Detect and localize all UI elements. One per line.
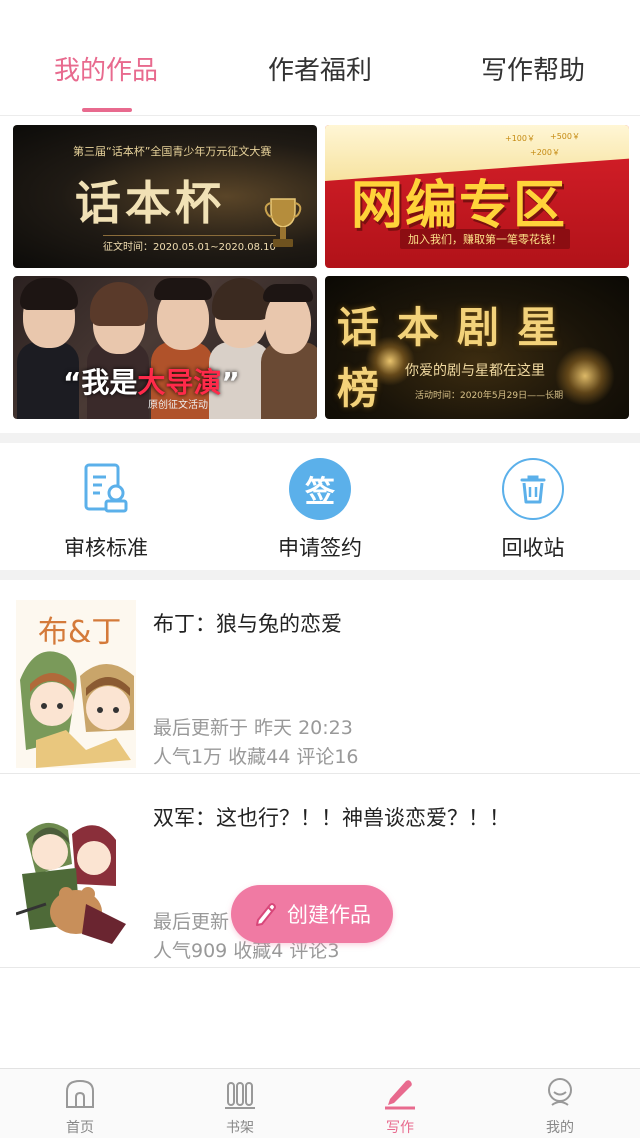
- profile-icon: [548, 1078, 572, 1106]
- work-last-updated: 最后更新: [153, 911, 230, 933]
- bookshelf-icon: [225, 1082, 255, 1109]
- work-stats: 人气1万 收藏44 评论16: [153, 746, 359, 768]
- banner-subtitle: 原创征文活动: [148, 400, 208, 411]
- banner-subtitle: 你爱的剧与星都在这里: [405, 363, 545, 379]
- work-cover-image: [16, 794, 136, 962]
- banner-tagline: 加入我们，赚取第一笔零花钱！: [400, 229, 570, 249]
- review-standards-label: 审核标准: [64, 536, 148, 560]
- trash-icon: [502, 458, 564, 520]
- nav-profile[interactable]: 我的: [510, 1075, 610, 1137]
- banner-drama-star-rank[interactable]: 话本剧星榜 你爱的剧与星都在这里 活动时间：2020年5月29日——长期: [325, 276, 629, 419]
- trophy-icon: [264, 198, 302, 247]
- nav-write-label: 写作: [386, 1120, 414, 1136]
- cover-title: 布&丁: [38, 615, 121, 650]
- create-work-button[interactable]: 创建作品: [231, 885, 393, 943]
- sign-badge-glyph: 签: [305, 475, 335, 510]
- banner-title: “我是大导演”: [63, 366, 240, 399]
- banner-date: 活动时间：2020年5月29日——长期: [415, 391, 564, 401]
- recycle-bin-button[interactable]: 回收站: [443, 458, 623, 562]
- sign-badge-icon: 签: [289, 458, 351, 520]
- work-cover-image: 布&丁: [16, 600, 136, 768]
- pen-icon: [385, 1080, 415, 1110]
- work-last-updated: 最后更新于 昨天 20:23: [153, 717, 353, 739]
- section-divider: [0, 570, 640, 580]
- active-tab-indicator: [82, 108, 132, 112]
- recycle-bin-label: 回收站: [501, 536, 565, 560]
- banner-title: 网编专区: [351, 176, 568, 236]
- coin-label: +100￥: [505, 134, 535, 143]
- bottom-nav: 首页 书架 写作 我的: [0, 1068, 640, 1138]
- quick-actions: 审核标准 签 申请签约 回收站: [0, 444, 640, 570]
- banner-date: 征文时间：2020.05.01~2020.08.10: [103, 235, 276, 253]
- create-work-label: 创建作品: [287, 903, 371, 927]
- coin-label: +200￥: [530, 148, 560, 157]
- banner-subtitle: 第三届“话本杯”全国青少年万元征文大赛: [73, 145, 272, 158]
- banner-big-director[interactable]: “我是大导演” 原创征文活动: [13, 276, 317, 419]
- document-check-icon: [75, 458, 137, 520]
- home-icon: [66, 1079, 94, 1108]
- top-tab-bar: 我的作品 作者福利 写作帮助: [0, 0, 640, 116]
- nav-bookshelf-label: 书架: [226, 1120, 254, 1136]
- nav-home-label: 首页: [66, 1120, 94, 1136]
- coin-label: +500￥: [550, 132, 580, 141]
- banner-title: 话本杯: [75, 176, 225, 230]
- nav-write[interactable]: 写作: [350, 1075, 450, 1137]
- section-divider: [0, 433, 640, 443]
- banner-net-editor-zone[interactable]: +100￥ +500￥ +200￥ 网编专区 加入我们，赚取第一笔零花钱！: [325, 125, 629, 268]
- apply-sign-label: 申请签约: [278, 536, 362, 560]
- nav-home[interactable]: 首页: [30, 1075, 130, 1137]
- pencil-icon: [256, 903, 276, 926]
- banner-huaben-cup[interactable]: 第三届“话本杯”全国青少年万元征文大赛 话本杯 征文时间：2020.05.01~…: [13, 125, 317, 268]
- nav-bookshelf[interactable]: 书架: [190, 1075, 290, 1137]
- cover-illustration: 布&丁: [16, 600, 136, 768]
- apply-sign-button[interactable]: 签 申请签约: [230, 458, 410, 562]
- work-title: 双军：这也行？！！神兽谈恋爱？！！: [153, 806, 510, 830]
- tab-author-benefits[interactable]: 作者福利: [220, 50, 420, 87]
- review-standards-button[interactable]: 审核标准: [16, 458, 196, 562]
- tab-writing-help[interactable]: 写作帮助: [433, 50, 633, 87]
- banner-grid: 第三届“话本杯”全国青少年万元征文大赛 话本杯 征文时间：2020.05.01~…: [0, 117, 640, 433]
- cover-illustration: [16, 794, 136, 962]
- tab-my-works[interactable]: 我的作品: [6, 50, 206, 87]
- nav-profile-label: 我的: [546, 1120, 574, 1136]
- work-title: 布丁：狼与兔的恋爱: [153, 612, 342, 636]
- list-item[interactable]: 布&丁 布丁：狼与兔的恋爱 最后更新于 昨天 20:23 人气1万 收藏44 评…: [0, 580, 640, 774]
